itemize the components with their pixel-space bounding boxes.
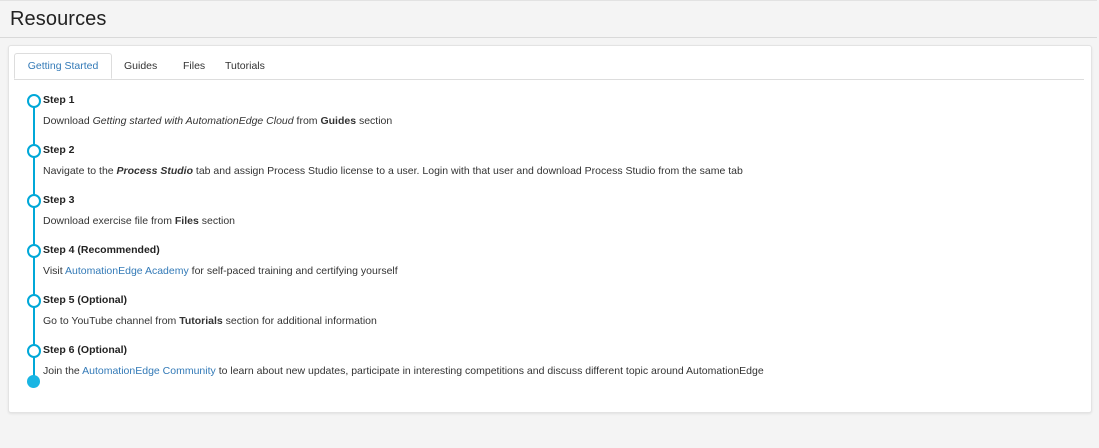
step-3-files-label: Files <box>174 215 199 227</box>
step-2-description: Navigate to the Process Studio tab and a… <box>43 165 743 177</box>
step-1-text: Download <box>43 115 93 127</box>
community-link[interactable]: AutomationEdge Community <box>82 365 216 377</box>
step-3-marker-icon <box>27 194 41 208</box>
step-5-title: Step 5 (Optional) <box>43 294 127 306</box>
resources-card: Getting Started Guides Files Tutorials S… <box>8 45 1092 413</box>
timeline-line <box>33 100 35 381</box>
step-5-description: Go to YouTube channel from Tutorials sec… <box>43 315 377 327</box>
step-4-description: Visit AutomationEdge Academy for self-pa… <box>43 265 398 277</box>
step-2-marker-icon <box>27 144 41 158</box>
step-3-text: Download exercise file from <box>43 215 175 227</box>
academy-link[interactable]: AutomationEdge Academy <box>65 265 189 277</box>
step-2-text: tab and assign Process Studio license to… <box>193 165 743 177</box>
step-5-marker-icon <box>27 294 41 308</box>
step-6-title: Step 6 (Optional) <box>43 344 127 356</box>
step-4-title: Step 4 (Recommended) <box>43 244 160 256</box>
page-title: Resources <box>10 8 107 30</box>
step-1-guides-label: Guides <box>320 115 357 127</box>
step-3-text: section <box>198 215 236 227</box>
step-4-text: Visit <box>43 265 65 277</box>
step-2-text: Navigate to the <box>43 165 117 177</box>
step-6-text: Join the <box>43 365 83 377</box>
step-1-title: Step 1 <box>43 94 75 106</box>
step-5-text: section for additional information <box>222 315 377 327</box>
step-6-description: Join the AutomationEdge Community to lea… <box>43 365 764 377</box>
step-5-text: Go to YouTube channel from <box>43 315 180 327</box>
step-2-process-studio-label: Process Studio <box>116 165 193 177</box>
step-6-text: to learn about new updates, participate … <box>215 365 764 377</box>
step-5-tutorials-label: Tutorials <box>179 315 223 327</box>
page-header: Resources <box>0 0 1097 38</box>
step-4-marker-icon <box>27 244 41 258</box>
step-2-title: Step 2 <box>43 144 75 156</box>
step-3-title: Step 3 <box>43 194 75 206</box>
timeline-end-icon <box>27 375 40 388</box>
step-1-description: Download Getting started with Automation… <box>43 115 392 127</box>
step-1-text: from <box>293 115 321 127</box>
step-3-description: Download exercise file from Files sectio… <box>43 215 235 227</box>
step-6-marker-icon <box>27 344 41 358</box>
step-1-text: section <box>356 115 393 127</box>
step-1-marker-icon <box>27 94 41 108</box>
step-4-text: for self-paced training and certifying y… <box>188 265 398 277</box>
step-1-guide-name: Getting started with AutomationEdge Clou… <box>92 115 294 127</box>
steps-timeline: Step 1 Download Getting started with Aut… <box>9 46 1091 412</box>
